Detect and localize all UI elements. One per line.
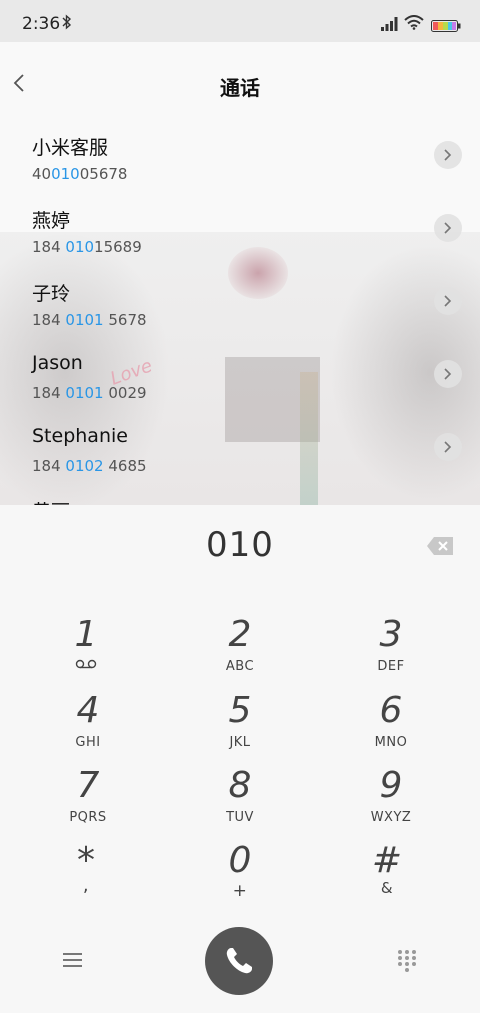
- battery-icon: [431, 17, 461, 36]
- key-letters: ABC: [225, 659, 255, 674]
- key-digit: 0: [228, 840, 252, 881]
- contact-number: 184 0101 0029: [32, 384, 147, 402]
- contact-name: Jason: [32, 352, 83, 374]
- key-letters: PQRS: [69, 810, 107, 825]
- chevron-right-icon[interactable]: [434, 287, 462, 315]
- key-digit: 1: [74, 614, 98, 655]
- key-digit: 2: [228, 614, 252, 655]
- key-4[interactable]: 4 GHI: [28, 691, 148, 761]
- key-digit: 5: [228, 690, 252, 731]
- key-star[interactable]: * ,: [26, 841, 146, 911]
- key-letters: MNO: [374, 735, 408, 750]
- key-letters: JKL: [229, 735, 251, 750]
- chevron-right-icon[interactable]: [434, 433, 462, 461]
- key-8[interactable]: 8 TUV: [180, 766, 300, 836]
- key-digit: 6: [379, 690, 403, 731]
- contact-name: 黄丽: [32, 497, 70, 505]
- contact-name: 小米客服: [32, 137, 109, 159]
- key-letters: GHI: [75, 735, 101, 750]
- status-time: 2:36: [22, 14, 61, 34]
- key-digit: 4: [76, 690, 100, 731]
- phone-screen: Love 2:36 通话 小米客服 4001005678 燕婷 184 0101…: [0, 0, 480, 1013]
- dialed-number: 010: [206, 525, 274, 565]
- chevron-right-icon[interactable]: [434, 141, 462, 169]
- page-title: 通话: [220, 76, 260, 100]
- signal-icon: [381, 16, 399, 35]
- backspace-icon[interactable]: [427, 537, 453, 555]
- key-digit: 9: [379, 765, 403, 806]
- contact-number: 184 0102 4685: [32, 457, 147, 475]
- contact-item[interactable]: 黄丽: [0, 497, 480, 505]
- key-letters: ,: [82, 875, 90, 896]
- contact-number: 4001005678: [32, 165, 128, 183]
- contact-item[interactable]: Stephanie 184 0102 4685: [0, 425, 480, 498]
- bluetooth-icon: [62, 14, 72, 34]
- contact-number: 184 0101 5678: [32, 311, 147, 329]
- contact-item[interactable]: Jason 184 0101 0029: [0, 352, 480, 425]
- call-button[interactable]: [205, 927, 273, 995]
- contact-item[interactable]: 子玲 184 0101 5678: [0, 279, 480, 352]
- key-digit: #: [371, 840, 403, 881]
- chevron-right-icon[interactable]: [434, 360, 462, 388]
- dialer-pad: 010 1 2 ABC 3 DEF 4 GHI 5 JKL 6 MNO 7 PQ…: [0, 505, 480, 1013]
- menu-icon[interactable]: [62, 951, 84, 969]
- chevron-right-icon[interactable]: [434, 214, 462, 242]
- key-0[interactable]: 0 +: [180, 841, 300, 911]
- voicemail-icon: [75, 659, 97, 669]
- key-letters: TUV: [226, 810, 254, 825]
- wifi-icon: [404, 15, 424, 34]
- contact-number: 184 01015689: [32, 238, 142, 256]
- key-digit: 8: [228, 765, 252, 806]
- status-bar: 2:36: [0, 0, 480, 42]
- contact-item[interactable]: 燕婷 184 01015689: [0, 206, 480, 279]
- contact-name: 燕婷: [32, 210, 71, 232]
- key-letters: &: [380, 879, 394, 897]
- key-digit: 3: [379, 614, 403, 655]
- keypad-icon[interactable]: [397, 949, 417, 975]
- key-2[interactable]: 2 ABC: [180, 615, 300, 685]
- key-letters: +: [232, 881, 248, 901]
- key-letters: DEF: [377, 659, 405, 674]
- key-1[interactable]: 1: [26, 615, 146, 685]
- key-5[interactable]: 5 JKL: [180, 691, 300, 761]
- key-letters: WXYZ: [370, 810, 412, 825]
- phone-icon: [226, 948, 252, 974]
- key-9[interactable]: 9 WXYZ: [331, 766, 451, 836]
- key-6[interactable]: 6 MNO: [331, 691, 451, 761]
- key-3[interactable]: 3 DEF: [331, 615, 451, 685]
- key-digit: 7: [76, 765, 100, 806]
- contact-item[interactable]: 小米客服 4001005678: [0, 133, 480, 206]
- key-7[interactable]: 7 PQRS: [28, 766, 148, 836]
- key-hash[interactable]: # &: [327, 841, 447, 911]
- contact-name: 子玲: [32, 283, 71, 305]
- contact-name: Stephanie: [32, 425, 128, 447]
